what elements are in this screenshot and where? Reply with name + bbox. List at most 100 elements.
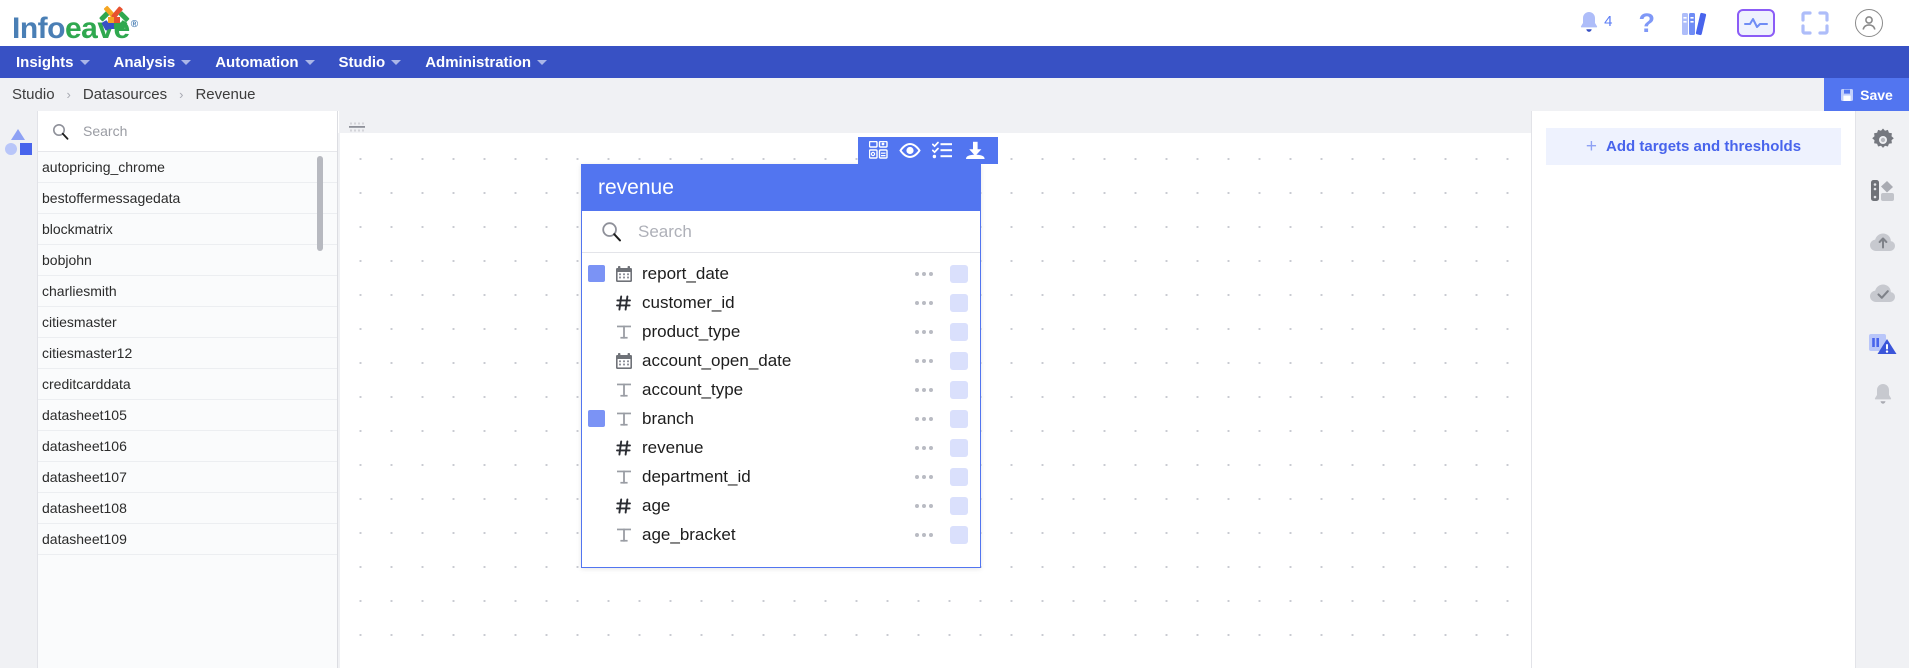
datasource-item-label: bobjohn [42, 252, 92, 268]
canvas-drag-handle-icon[interactable] [349, 122, 365, 132]
field-select-checkbox[interactable] [588, 381, 605, 398]
field-more-options-icon[interactable] [915, 358, 933, 363]
datasource-list-item[interactable]: citiesmaster12 [38, 338, 337, 369]
chevron-down-icon [181, 59, 192, 65]
datasource-list-item[interactable]: datasheet109 [38, 524, 337, 555]
cloud-upload-button[interactable] [1868, 227, 1898, 257]
save-button[interactable]: Save [1824, 78, 1909, 111]
field-select-checkbox[interactable] [588, 468, 605, 485]
datasource-list[interactable]: autopricing_chrome bestoffermessagedata bl… [38, 152, 337, 555]
chevron-down-icon [304, 59, 315, 65]
chart-alert-button[interactable] [1868, 329, 1898, 359]
datasource-list-item[interactable]: bestoffermessagedata [38, 183, 337, 214]
checklist-icon[interactable] [932, 141, 953, 160]
plus-icon: + [1585, 136, 1598, 157]
field-action-chip[interactable] [950, 438, 968, 457]
field-row[interactable]: report_date [582, 259, 980, 288]
widget-title-bar[interactable]: revenue [582, 165, 980, 211]
account-button[interactable] [1855, 9, 1883, 37]
breadcrumb-item-revenue[interactable]: Revenue [195, 86, 255, 103]
nav-item-insights[interactable]: Insights [4, 46, 102, 78]
field-row[interactable]: age_bracket [582, 520, 980, 549]
calendar-icon [613, 352, 635, 370]
field-action-chip[interactable] [950, 467, 968, 486]
widget-search-bar[interactable] [582, 211, 980, 253]
download-icon[interactable] [964, 141, 987, 160]
field-row[interactable]: customer_id [582, 288, 980, 317]
field-more-options-icon[interactable] [915, 503, 933, 508]
fullscreen-icon [1801, 11, 1829, 35]
cloud-check-button[interactable] [1868, 278, 1898, 308]
widget-search-input[interactable] [636, 220, 926, 243]
field-select-checkbox[interactable] [588, 439, 605, 456]
datasource-list-item[interactable]: datasheet106 [38, 431, 337, 462]
app-logo[interactable]: Infoeave® [12, 0, 138, 46]
field-more-options-icon[interactable] [915, 300, 933, 305]
nav-item-analysis[interactable]: Analysis [102, 46, 204, 78]
datasource-list-item[interactable]: datasheet107 [38, 462, 337, 493]
datasource-list-item[interactable]: autopricing_chrome [38, 152, 337, 183]
notifications-button[interactable]: 4 [1577, 10, 1613, 36]
field-more-options-icon[interactable] [915, 271, 933, 276]
field-select-checkbox[interactable] [588, 294, 605, 311]
field-action-chip[interactable] [950, 525, 968, 544]
color-palette-button[interactable] [1868, 176, 1898, 206]
add-targets-and-thresholds-button[interactable]: + Add targets and thresholds [1546, 128, 1841, 165]
layout-grid-icon[interactable] [869, 141, 888, 160]
datasource-search-bar[interactable] [38, 111, 337, 152]
datasource-list-item[interactable]: datasheet105 [38, 400, 337, 431]
field-row[interactable]: department_id [582, 462, 980, 491]
field-row[interactable]: branch [582, 404, 980, 433]
fullscreen-button[interactable] [1801, 11, 1829, 35]
eye-icon[interactable] [899, 141, 921, 160]
breadcrumb-item-datasources[interactable]: Datasources [83, 86, 167, 103]
help-button[interactable]: ? [1639, 9, 1656, 37]
field-row[interactable]: revenue [582, 433, 980, 462]
nav-item-studio[interactable]: Studio [327, 46, 414, 78]
field-more-options-icon[interactable] [915, 532, 933, 537]
datasource-list-item[interactable]: creditcarddata [38, 369, 337, 400]
field-row[interactable]: account_type [582, 375, 980, 404]
field-action-chip[interactable] [950, 496, 968, 515]
field-more-options-icon[interactable] [915, 445, 933, 450]
field-select-checkbox[interactable] [588, 352, 605, 369]
alerts-bell-button[interactable] [1868, 380, 1898, 410]
nav-label: Studio [338, 53, 386, 71]
datasource-list-item[interactable]: blockmatrix [38, 214, 337, 245]
datasource-list-item[interactable]: bobjohn [38, 245, 337, 276]
field-select-checkbox[interactable] [588, 265, 605, 282]
datasource-scrollbar[interactable] [317, 156, 323, 251]
field-more-options-icon[interactable] [915, 387, 933, 392]
datasource-shapes-icon[interactable] [4, 127, 34, 157]
datasource-item-label: citiesmaster12 [42, 345, 133, 361]
field-action-chip[interactable] [950, 380, 968, 399]
field-row[interactable]: product_type [582, 317, 980, 346]
hash-icon [613, 294, 635, 312]
nav-item-automation[interactable]: Automation [203, 46, 326, 78]
breadcrumb-item-studio[interactable]: Studio [12, 86, 55, 103]
library-button[interactable] [1681, 9, 1711, 37]
field-more-options-icon[interactable] [915, 474, 933, 479]
field-select-checkbox[interactable] [588, 323, 605, 340]
field-row[interactable]: account_open_date [582, 346, 980, 375]
field-more-options-icon[interactable] [915, 416, 933, 421]
field-more-options-icon[interactable] [915, 329, 933, 334]
logo-text-first: Info [12, 12, 65, 45]
monitor-pulse-button[interactable] [1737, 9, 1775, 37]
datasource-search-input[interactable] [81, 122, 301, 140]
datasource-list-item[interactable]: citiesmaster [38, 307, 337, 338]
revenue-field-widget[interactable]: revenue report_date customer_id product_ty… [581, 164, 981, 568]
field-select-checkbox[interactable] [588, 410, 605, 427]
field-action-chip[interactable] [950, 264, 968, 283]
field-action-chip[interactable] [950, 409, 968, 428]
field-select-checkbox[interactable] [588, 526, 605, 543]
datasource-list-item[interactable]: charliesmith [38, 276, 337, 307]
nav-item-administration[interactable]: Administration [413, 46, 559, 78]
field-select-checkbox[interactable] [588, 497, 605, 514]
settings-gear-button[interactable] [1868, 125, 1898, 155]
field-action-chip[interactable] [950, 293, 968, 312]
field-action-chip[interactable] [950, 351, 968, 370]
field-action-chip[interactable] [950, 322, 968, 341]
field-row[interactable]: age [582, 491, 980, 520]
datasource-list-item[interactable]: datasheet108 [38, 493, 337, 524]
